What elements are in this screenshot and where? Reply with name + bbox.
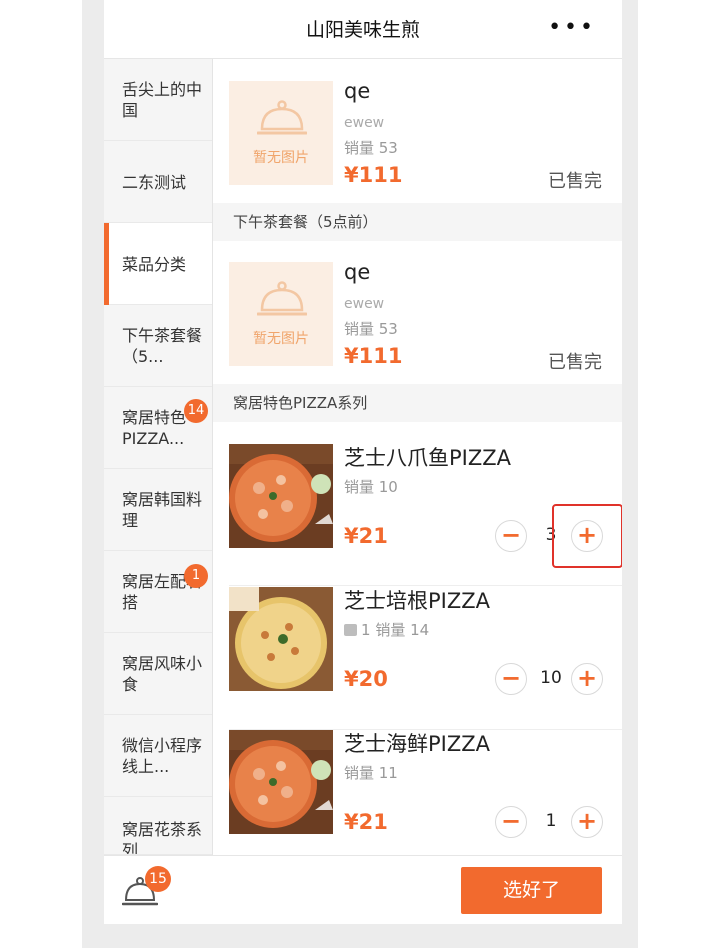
product-name: 芝士海鲜PIZZA [344, 732, 490, 756]
quantity-value: 10 [540, 668, 562, 688]
decrease-button[interactable]: − [495, 806, 527, 838]
cloche-icon [257, 100, 307, 135]
confirm-button[interactable]: 选好了 [461, 867, 602, 914]
sold-out-label: 已售完 [548, 171, 602, 192]
category-item[interactable]: 下午茶套餐（5... [104, 305, 212, 387]
category-label: 下午茶套餐（5... [122, 326, 203, 366]
category-item[interactable]: 窝居韩国料理 [104, 469, 212, 551]
category-label: 二东测试 [122, 173, 187, 192]
increase-button[interactable]: + [571, 806, 603, 838]
product-sales: 销量 53 [344, 139, 398, 157]
product-sales: 销量 10 [344, 478, 398, 496]
decrease-button[interactable]: − [495, 663, 527, 695]
product-sales: 销量 11 [344, 764, 398, 782]
product-desc: ewew [344, 115, 385, 131]
placeholder-image: 暂无图片 [229, 81, 333, 185]
section-header: 下午茶套餐（5点前） [213, 203, 622, 241]
more-dots-icon[interactable]: ••• [548, 17, 596, 39]
count-badge: 1 [184, 564, 208, 588]
category-sidebar: 舌尖上的中国 二东测试 菜品分类 下午茶套餐（5... 窝居特色PIZZA...… [104, 59, 213, 855]
category-item-active[interactable]: 菜品分类 [104, 223, 212, 305]
product-sales: 销量 53 [344, 320, 398, 338]
product-photo [229, 444, 333, 548]
header: 山阳美味生煎 ••• [104, 0, 622, 59]
highlight-box [552, 504, 622, 568]
product-photo [229, 730, 333, 834]
app-screen: 山阳美味生煎 ••• 舌尖上的中国 二东测试 菜品分类 下午茶套餐（5... 窝… [104, 0, 622, 924]
count-badge: 14 [184, 399, 208, 423]
like-count: 1 [361, 621, 371, 639]
category-item[interactable]: 舌尖上的中国 [104, 59, 212, 141]
product-name: 芝士培根PIZZA [344, 589, 490, 613]
product-list: 暂无图片 qe ewew 销量 53 ¥111 已售完 下午茶套餐（5点前） 暂… [213, 59, 622, 872]
no-image-label: 暂无图片 [253, 150, 309, 166]
product-desc: ewew [344, 296, 385, 312]
no-image-label: 暂无图片 [253, 331, 309, 347]
bottom-bar: 15 选好了 [104, 855, 622, 924]
cart-count-badge: 15 [145, 866, 171, 892]
category-item[interactable]: 窝居风味小食 [104, 633, 212, 715]
category-label: 菜品分类 [122, 255, 187, 274]
product-name: 芝士八爪鱼PIZZA [344, 446, 511, 470]
product-name: qe [344, 260, 371, 284]
product-item[interactable]: 芝士培根PIZZA 1 销量 14 ¥20 − 10 + [213, 587, 622, 730]
product-price: ¥20 [344, 667, 388, 691]
category-label: 窝居韩国料理 [122, 490, 203, 530]
active-indicator [104, 223, 109, 305]
sold-out-label: 已售完 [548, 352, 602, 373]
category-label: 舌尖上的中国 [122, 80, 203, 120]
quantity-value: 1 [545, 811, 557, 831]
increase-button[interactable]: + [571, 663, 603, 695]
sales-count: 销量 14 [375, 621, 430, 639]
section-header: 窝居特色PIZZA系列 [213, 384, 622, 422]
product-name: qe [344, 79, 371, 103]
category-item[interactable]: 二东测试 [104, 141, 212, 223]
product-item[interactable]: 芝士海鲜PIZZA 销量 11 ¥21 − 1 + [213, 730, 622, 872]
category-item[interactable]: 窝居花茶系列 [104, 797, 212, 855]
product-price: ¥111 [344, 163, 403, 187]
product-price: ¥111 [344, 344, 403, 368]
category-item[interactable]: 窝居特色PIZZA... 14 [104, 387, 212, 469]
cloche-icon [257, 281, 307, 316]
product-price: ¥21 [344, 524, 388, 548]
product-item[interactable]: 暂无图片 qe ewew 销量 53 ¥111 已售完 [213, 79, 622, 203]
product-sales: 1 销量 14 [344, 619, 429, 640]
product-price: ¥21 [344, 810, 388, 834]
thumbs-up-icon [344, 624, 357, 636]
category-label: 微信小程序线上... [122, 736, 203, 776]
category-item[interactable]: 微信小程序线上... [104, 715, 212, 797]
product-photo [229, 587, 333, 691]
product-item[interactable]: 芝士八爪鱼PIZZA 销量 10 ¥21 − 3 + [213, 444, 622, 586]
category-label: 窝居花茶系列 [122, 820, 203, 855]
category-item[interactable]: 窝居左配右搭 1 [104, 551, 212, 633]
product-item[interactable]: 暂无图片 qe ewew 销量 53 ¥111 已售完 [213, 260, 622, 384]
placeholder-image: 暂无图片 [229, 262, 333, 366]
category-label: 窝居风味小食 [122, 654, 203, 694]
page-title: 山阳美味生煎 [305, 19, 420, 41]
decrease-button[interactable]: − [495, 520, 527, 552]
